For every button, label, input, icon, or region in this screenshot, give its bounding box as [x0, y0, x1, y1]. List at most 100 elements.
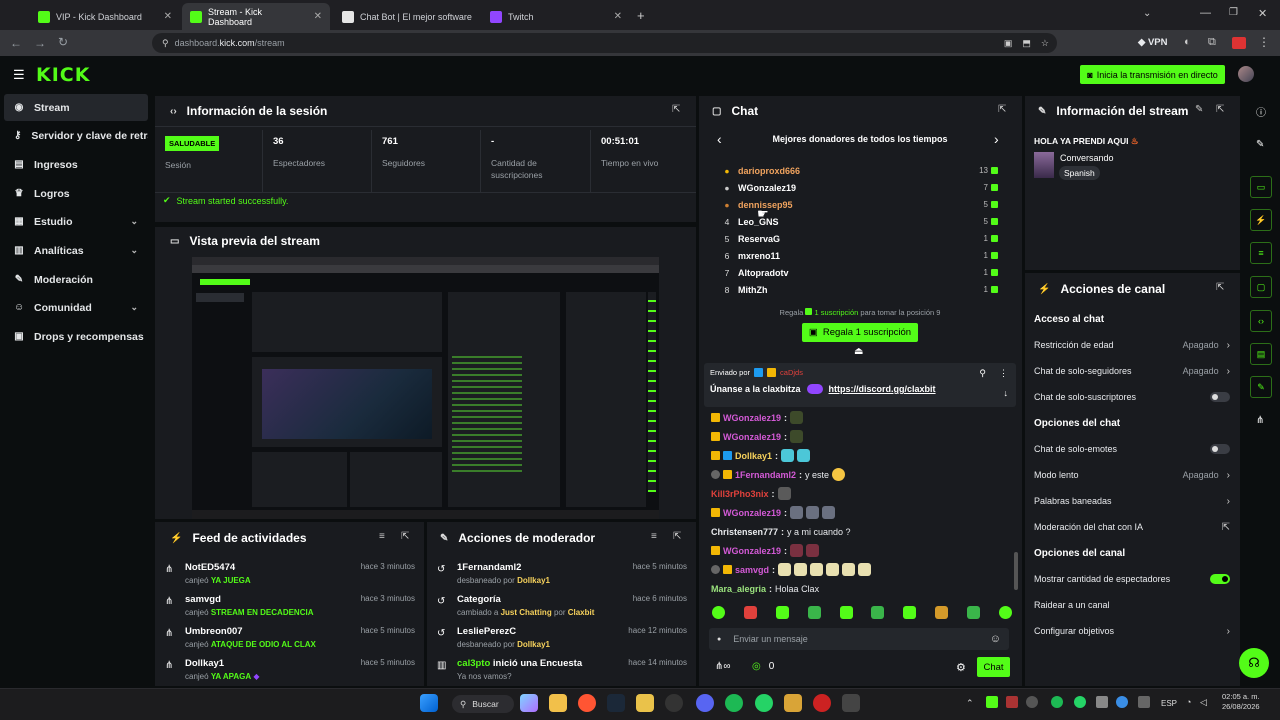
- tray-spotify-icon[interactable]: [1051, 696, 1063, 708]
- windows-start-icon[interactable]: [420, 694, 438, 712]
- emote-icon[interactable]: [935, 606, 949, 619]
- rail-wrench-icon[interactable]: ✎: [1250, 376, 1272, 398]
- tray-app-icon[interactable]: [1138, 696, 1150, 708]
- close-tab-icon[interactable]: ✕: [614, 11, 622, 22]
- bookmark-star-icon[interactable]: ☆: [1041, 38, 1049, 49]
- archive-icon[interactable]: [784, 694, 802, 712]
- chat-username[interactable]: Mara_alegria: [711, 584, 766, 594]
- browser-tab[interactable]: Twitch ✕: [482, 3, 630, 30]
- sidebar-item-estudio[interactable]: ▦ Estudio ⌄: [4, 208, 148, 235]
- edit-pencil-icon[interactable]: ✎: [1195, 104, 1203, 115]
- save-icon[interactable]: ⬒: [1022, 38, 1031, 49]
- emote-icon[interactable]: [998, 606, 1012, 619]
- sidebar-item-comunidad[interactable]: ☺ Comunidad ⌄: [4, 294, 148, 321]
- browser-tab[interactable]: Chat Bot | El mejor software pa: [334, 3, 482, 30]
- extension-icon[interactable]: ◐: [1184, 36, 1191, 48]
- language-indicator[interactable]: ESP: [1161, 699, 1177, 708]
- emoji-picker-icon[interactable]: ☺: [990, 633, 1001, 645]
- activity-user[interactable]: NotED5474: [185, 562, 251, 573]
- filter-icon[interactable]: ≡: [379, 531, 385, 542]
- copilot-icon[interactable]: [520, 694, 538, 712]
- category-thumbnail[interactable]: [1034, 152, 1054, 178]
- sidebar-item-logros[interactable]: ♛ Logros: [4, 180, 148, 207]
- stream-preview-video[interactable]: [192, 257, 659, 519]
- mod-target[interactable]: cal3pto: [457, 658, 490, 669]
- emote-icon[interactable]: [807, 606, 821, 619]
- activity-user[interactable]: Dollkay1: [185, 658, 260, 669]
- popout-icon[interactable]: ⇱: [672, 104, 680, 115]
- url-input[interactable]: ⚲ dashboard.kick.com/stream ▣ ⬒ ☆: [152, 33, 1057, 53]
- support-headset-icon[interactable]: ☊: [1239, 648, 1269, 678]
- chat-username[interactable]: WGonzalez19: [723, 546, 781, 556]
- recorder-icon[interactable]: [813, 694, 831, 712]
- profile-extension-icon[interactable]: [1232, 37, 1246, 49]
- chevron-right-icon[interactable]: ›: [994, 131, 999, 147]
- close-tab-icon[interactable]: ✕: [164, 11, 172, 22]
- tab-search-icon[interactable]: ⌄: [1143, 8, 1151, 19]
- sidebar-item-stream[interactable]: ◉ Stream: [4, 94, 148, 121]
- tray-chevron-icon[interactable]: ⌃: [966, 698, 974, 709]
- puzzle-extensions-icon[interactable]: ⧉: [1208, 36, 1216, 49]
- action-banned-words[interactable]: Palabras baneadas ›: [1034, 488, 1230, 514]
- sidebar-item-server-key[interactable]: ⚷ Servidor y clave de retransmisión: [4, 122, 148, 149]
- donor-name[interactable]: darioproxd666: [738, 166, 800, 176]
- chat-username[interactable]: WGonzalez19: [723, 432, 781, 442]
- tray-app-icon[interactable]: [986, 696, 998, 708]
- avatar[interactable]: [1238, 66, 1254, 82]
- sidebar-item-ingresos[interactable]: ▤ Ingresos: [4, 151, 148, 178]
- spotify-icon[interactable]: [725, 694, 743, 712]
- whatsapp-icon[interactable]: [755, 694, 773, 712]
- game-icon[interactable]: [842, 694, 860, 712]
- sidebar-item-moderacion[interactable]: ✎ Moderación: [4, 266, 148, 293]
- show-viewers-toggle[interactable]: [1210, 574, 1230, 584]
- volume-icon[interactable]: ◁: [1200, 697, 1207, 708]
- pinned-user[interactable]: caDjds: [780, 368, 803, 377]
- popout-icon[interactable]: ⇱: [1216, 104, 1224, 115]
- rail-storage-icon[interactable]: ▤: [1250, 343, 1272, 365]
- category-name[interactable]: Conversando: [1060, 153, 1114, 163]
- chat-username[interactable]: Christensen777: [711, 527, 778, 537]
- channel-points[interactable]: ◎ 0: [752, 661, 774, 672]
- collapse-icon[interactable]: ⏏: [854, 346, 863, 357]
- action-slow-mode[interactable]: Modo lento Apagado ›: [1034, 462, 1230, 488]
- forward-icon[interactable]: →: [34, 36, 46, 50]
- screenshot-icon[interactable]: ▣: [1004, 38, 1013, 49]
- popout-icon[interactable]: ⇱: [673, 531, 681, 542]
- back-icon[interactable]: ←: [10, 36, 22, 50]
- moderator-name[interactable]: Dollkay1: [517, 576, 550, 585]
- subs-only-toggle[interactable]: [1210, 392, 1230, 402]
- emote-icon[interactable]: [903, 606, 917, 619]
- browser-tab-active[interactable]: Stream - Kick Dashboard ✕: [182, 3, 330, 30]
- donor-name[interactable]: ReservaG: [738, 234, 780, 244]
- tray-app-icon[interactable]: [1096, 696, 1108, 708]
- chat-username[interactable]: Dollkay1: [735, 451, 772, 461]
- arrow-down-icon[interactable]: ↓: [1004, 388, 1009, 398]
- taskbar-search[interactable]: ⚲ Buscar: [452, 695, 514, 713]
- close-tab-icon[interactable]: ✕: [314, 11, 322, 22]
- chat-input[interactable]: ● Enviar un mensaje ☺: [709, 628, 1009, 650]
- mod-target[interactable]: LesliePerezC: [457, 626, 550, 637]
- app-icon[interactable]: [665, 694, 683, 712]
- emote-icon[interactable]: [775, 606, 789, 619]
- chat-username[interactable]: 1Fernandaml2: [735, 470, 796, 480]
- reload-icon[interactable]: ↻: [58, 35, 68, 49]
- tray-whatsapp-icon[interactable]: [1074, 696, 1086, 708]
- chat-username[interactable]: Kill3rPho3nix: [711, 489, 769, 499]
- moderator-name[interactable]: Dollkay1: [517, 640, 550, 649]
- maximize-icon[interactable]: ❐: [1229, 7, 1238, 18]
- chat-username[interactable]: samvgd: [735, 565, 769, 575]
- new-tab-icon[interactable]: +: [637, 8, 645, 23]
- pinned-link[interactable]: https://discord.gg/claxbit: [829, 384, 936, 394]
- rail-lightning-icon[interactable]: ⚡: [1250, 209, 1272, 231]
- pin-icon[interactable]: ⚲: [979, 368, 986, 379]
- sidebar-item-drops[interactable]: ▣ Drops y recompensas: [4, 323, 148, 350]
- clock[interactable]: 02:05 a. m. 26/08/2026: [1222, 692, 1260, 712]
- action-goals[interactable]: Configurar objetivos ›: [1034, 618, 1230, 644]
- chat-scrollbar[interactable]: [1014, 552, 1018, 590]
- emote-icon[interactable]: [967, 606, 980, 619]
- edit-icon[interactable]: ✎: [1256, 139, 1264, 150]
- browser-menu-icon[interactable]: ⋮: [1258, 35, 1270, 49]
- folder-icon[interactable]: [636, 694, 654, 712]
- emote-icon[interactable]: [712, 606, 725, 619]
- tray-app-icon[interactable]: [1026, 696, 1038, 708]
